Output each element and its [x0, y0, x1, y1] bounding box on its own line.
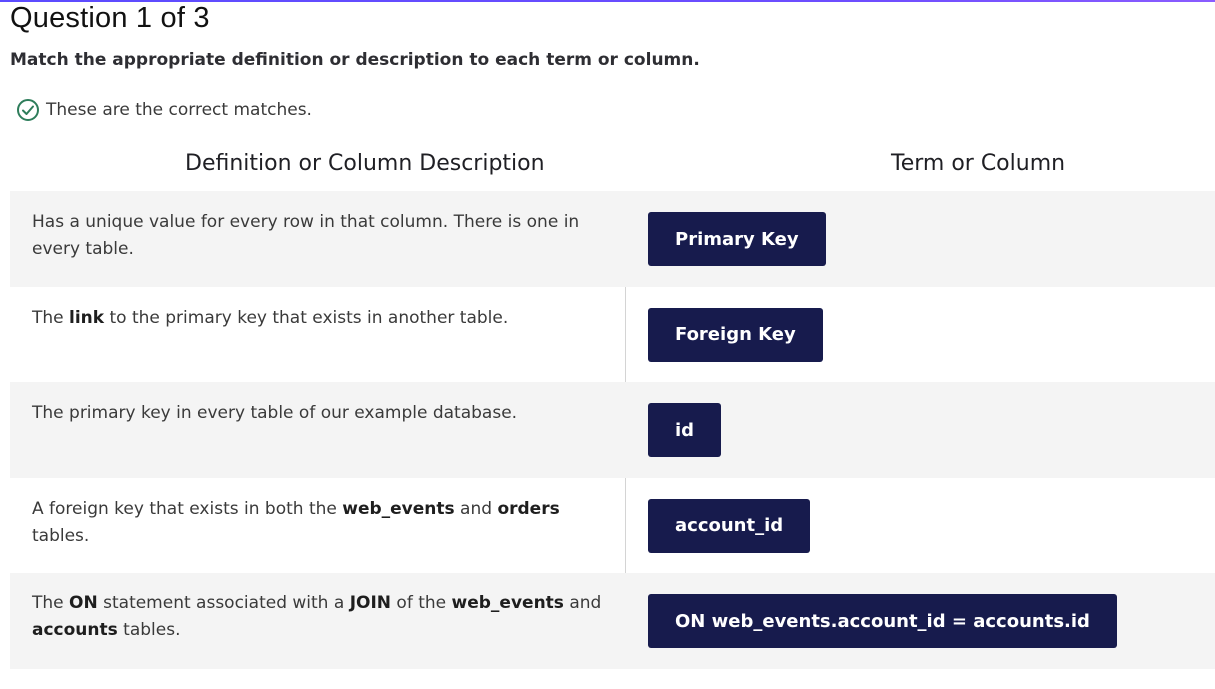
term-cell: Foreign Key — [625, 287, 1215, 383]
definition-column-header: Definition or Column Description — [185, 151, 545, 176]
definition-cell: The link to the primary key that exists … — [10, 287, 625, 383]
definition-cell: The primary key in every table of our ex… — [10, 382, 625, 478]
definition-cell: Has a unique value for every row in that… — [10, 191, 625, 287]
definition-emphasis: accounts — [32, 620, 118, 641]
match-row: Has a unique value for every row in that… — [10, 191, 1215, 287]
definition-text: The — [32, 593, 70, 614]
term-column-header: Term or Column — [891, 151, 1066, 176]
matching-table: Has a unique value for every row in that… — [10, 191, 1215, 669]
term-cell: ON web_events.account_id = accounts.id — [625, 573, 1215, 669]
term-chip-on-statement[interactable]: ON web_events.account_id = accounts.id — [648, 594, 1117, 649]
definition-cell: The ON statement associated with a JOIN … — [10, 573, 625, 669]
definition-text: of the — [391, 593, 452, 614]
definition-emphasis: JOIN — [349, 593, 392, 614]
definition-text: The — [32, 307, 70, 328]
term-cell: account_id — [625, 478, 1215, 574]
definition-emphasis: web_events — [451, 593, 564, 614]
check-circle-icon — [17, 99, 39, 121]
match-row: A foreign key that exists in both the we… — [10, 478, 1215, 574]
definition-emphasis: link — [69, 307, 105, 328]
definition-emphasis: web_events — [342, 498, 455, 519]
definition-text: statement associated with a — [97, 593, 350, 614]
definition-cell: A foreign key that exists in both the we… — [10, 478, 625, 574]
definition-emphasis: orders — [497, 498, 560, 519]
term-chip-foreign-key[interactable]: Foreign Key — [648, 307, 823, 362]
definition-text: tables. — [117, 620, 181, 641]
match-row: The link to the primary key that exists … — [10, 287, 1215, 383]
term-chip-primary-key[interactable]: Primary Key — [648, 212, 826, 266]
question-title: Question 1 of 3 — [10, 2, 210, 34]
term-chip-account-id[interactable]: account_id — [648, 498, 811, 553]
term-cell: id — [625, 382, 1215, 478]
status-message: These are the correct matches. — [16, 98, 312, 122]
definition-emphasis: ON — [69, 593, 98, 614]
definition-text: The primary key in every table of our ex… — [32, 403, 518, 424]
definition-text: and — [563, 593, 602, 614]
definition-text: A foreign key that exists in both the — [32, 498, 343, 519]
match-row: The ON statement associated with a JOIN … — [10, 573, 1215, 669]
question-instructions: Match the appropriate definition or desc… — [10, 50, 700, 70]
definition-text: and — [454, 498, 498, 519]
definition-text: tables. — [32, 525, 90, 546]
definition-text: to the primary key that exists in anothe… — [104, 307, 509, 328]
term-chip-id[interactable]: id — [648, 403, 722, 458]
status-text: These are the correct matches. — [46, 100, 312, 120]
definition-text: Has a unique value for every row in that… — [32, 212, 580, 259]
match-row: The primary key in every table of our ex… — [10, 382, 1215, 478]
term-cell: Primary Key — [625, 191, 1215, 287]
